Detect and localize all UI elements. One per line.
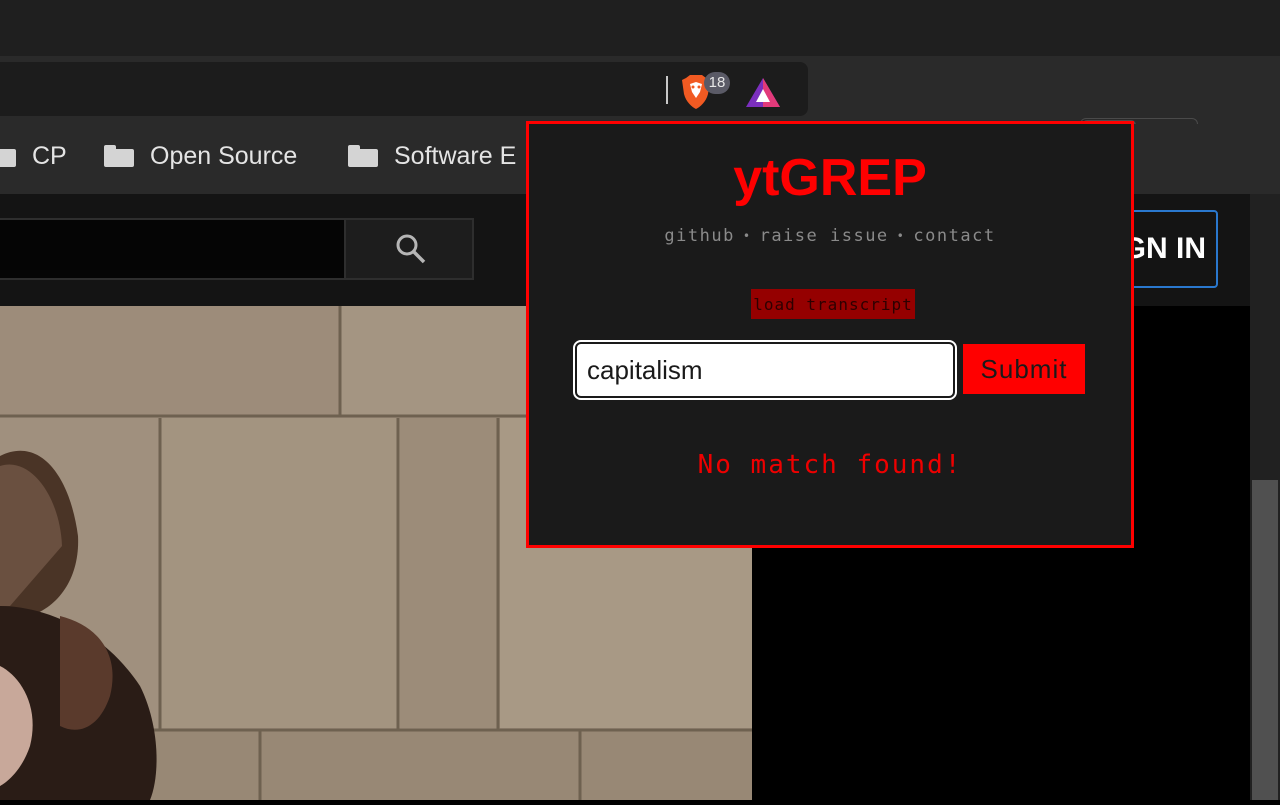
bookmark-label: Open Source (150, 141, 298, 170)
ytgrep-popup: ytGREP github • raise issue • contact load t… (526, 121, 1134, 548)
folder-icon (104, 145, 134, 167)
browser-toolbar: 18 (0, 56, 1280, 172)
popup-title: ytGREP (733, 149, 927, 207)
bookmark-folder-cp[interactable]: CP (0, 124, 67, 188)
separator-dot: • (896, 229, 906, 243)
address-bar-separator (666, 76, 668, 104)
bookmark-folder-open-source[interactable]: Open Source (104, 124, 297, 188)
bookmark-folder-software[interactable]: Software E (348, 124, 516, 188)
load-transcript-button[interactable]: load transcript (751, 289, 915, 319)
youtube-search-button[interactable] (344, 218, 474, 280)
raise-issue-link[interactable]: raise issue (760, 226, 889, 246)
address-bar[interactable]: 18 (0, 62, 808, 116)
popup-links: github • raise issue • contact (529, 226, 1131, 246)
search-icon (396, 234, 426, 264)
folder-icon (348, 145, 378, 167)
brave-rewards-icon[interactable] (744, 76, 782, 110)
folder-icon (0, 145, 16, 167)
search-term-input[interactable] (573, 340, 957, 400)
brave-shields-count-badge: 18 (704, 72, 730, 94)
github-link[interactable]: github (664, 226, 734, 246)
bookmark-label: CP (32, 141, 67, 170)
contact-link[interactable]: contact (913, 226, 995, 246)
youtube-search-input[interactable] (0, 218, 346, 280)
separator-dot: • (742, 229, 752, 243)
tab-strip (0, 0, 1280, 56)
page-scrollbar-thumb[interactable] (1252, 480, 1278, 800)
result-message: No match found! (697, 450, 963, 480)
bookmark-label: Software E (394, 141, 517, 170)
submit-button[interactable]: Submit (963, 344, 1085, 394)
